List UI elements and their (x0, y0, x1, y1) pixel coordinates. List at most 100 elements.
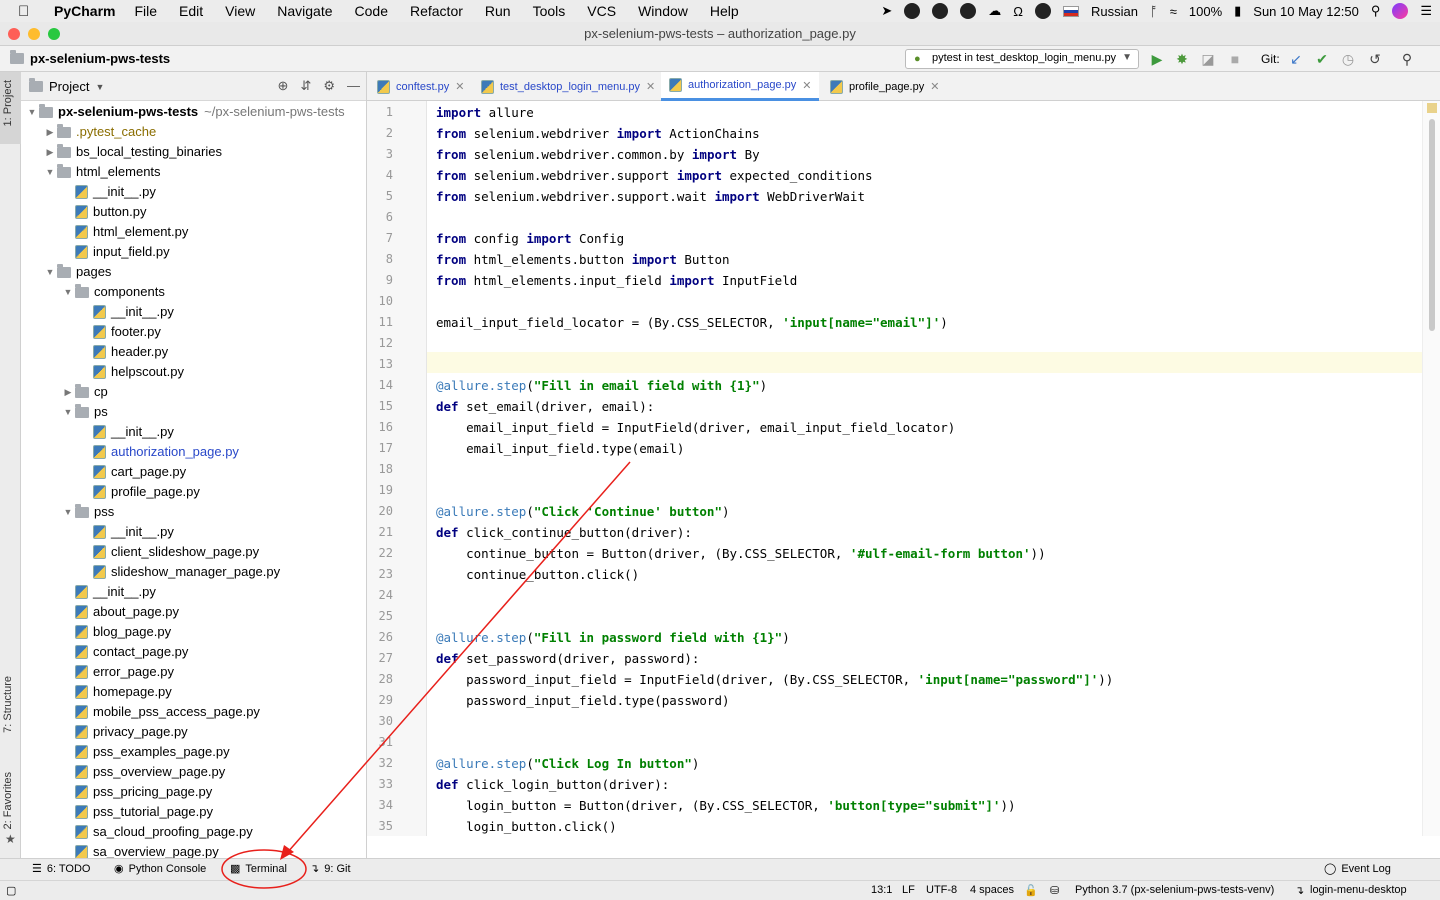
tree-item[interactable]: __init__.py (79, 302, 174, 322)
tool-windows-toggle-icon[interactable]: ▢ (6, 884, 16, 897)
code-line[interactable]: from selenium.webdriver.common.by import… (436, 144, 760, 165)
creative-cloud-icon[interactable] (960, 3, 977, 19)
collapsed-arrow-icon[interactable]: ▶ (43, 122, 57, 142)
indent-setting[interactable]: 4 spaces (970, 884, 1014, 896)
tree-item[interactable]: footer.py (79, 322, 161, 342)
tree-item[interactable]: about_page.py (61, 602, 179, 622)
tree-item[interactable]: ▼ html_elements (43, 162, 161, 182)
tab-test-desktop-login-menu[interactable]: test_desktop_login_menu.py ✕ (473, 72, 663, 101)
stop-icon[interactable]: ■ (1226, 50, 1244, 68)
code-line[interactable]: continue_button.click() (436, 564, 639, 585)
tree-item[interactable]: html_element.py (61, 222, 188, 242)
tree-item[interactable]: profile_page.py (79, 482, 200, 502)
menu-code[interactable]: Code (355, 3, 388, 19)
code-line[interactable]: @allure.step("Click Log In button") (436, 753, 699, 774)
app-menu[interactable]: PyCharm (54, 3, 115, 19)
check-tray-icon[interactable] (932, 3, 949, 19)
tree-item[interactable]: ▶ cp (61, 382, 108, 402)
collapsed-arrow-icon[interactable]: ▶ (61, 382, 75, 402)
code-line[interactable]: from html_elements.button import Button (436, 249, 730, 270)
tool-tab-structure[interactable]: 7: Structure (2, 676, 14, 733)
code-line[interactable]: @allure.step("Fill in password field wit… (436, 627, 790, 648)
coverage-icon[interactable]: ◪ (1199, 50, 1217, 68)
rollback-icon[interactable]: ↺ (1366, 50, 1384, 68)
tree-item[interactable]: ▼ pss (61, 502, 114, 522)
code-line[interactable]: email_input_field_locator = (By.CSS_SELE… (436, 312, 948, 333)
wifi-icon[interactable]: ≈ (1170, 4, 1177, 19)
editor-scrollbar[interactable] (1422, 101, 1440, 836)
expanded-arrow-icon[interactable]: ▼ (43, 262, 57, 282)
code-line[interactable]: email_input_field.type(email) (436, 438, 684, 459)
tree-item[interactable]: ▼ px-selenium-pws-tests ~/px-selenium-pws-… (25, 102, 345, 122)
tool-tab-project[interactable]: 1: Project (2, 80, 14, 126)
code-line[interactable]: import allure (436, 102, 534, 123)
code-line[interactable]: def set_email(driver, email): (436, 396, 654, 417)
menu-edit[interactable]: Edit (179, 3, 203, 19)
menu-window[interactable]: Window (638, 3, 688, 19)
close-icon[interactable]: ✕ (930, 80, 939, 93)
bluetooth-icon[interactable]: ᚩ (1150, 4, 1158, 19)
breadcrumb-project[interactable]: px-selenium-pws-tests (30, 51, 170, 66)
menu-vcs[interactable]: VCS (587, 3, 616, 19)
tree-item[interactable]: helpscout.py (79, 362, 184, 382)
clock[interactable]: Sun 10 May 12:50 (1253, 4, 1359, 19)
tree-item[interactable]: ▼ ps (61, 402, 108, 422)
siri-icon[interactable] (1392, 3, 1409, 19)
code-line[interactable]: @allure.step("Click 'Continue' button") (436, 501, 730, 522)
code-line[interactable]: def click_login_button(driver): (436, 774, 669, 795)
tree-item[interactable]: ▼ pages (43, 262, 111, 282)
tree-item[interactable]: blog_page.py (61, 622, 171, 642)
tree-item[interactable]: pss_examples_page.py (61, 742, 230, 762)
git-history-icon[interactable]: ◷ (1339, 50, 1357, 68)
tree-item[interactable]: ▶ bs_local_testing_binaries (43, 142, 222, 162)
todo-tool-button[interactable]: ☰ 6: TODO (32, 862, 90, 876)
menu-tools[interactable]: Tools (533, 3, 566, 19)
tree-item[interactable]: input_field.py (61, 242, 170, 262)
menu-refactor[interactable]: Refactor (410, 3, 463, 19)
search-everywhere-icon[interactable]: ⚲ (1398, 50, 1416, 68)
code-line[interactable]: from html_elements.input_field import In… (436, 270, 797, 291)
locate-file-icon[interactable]: ⊕ (278, 78, 289, 94)
tree-item[interactable]: cart_page.py (79, 462, 186, 482)
code-line[interactable]: login_button.click() (436, 816, 617, 837)
code-line[interactable]: from selenium.webdriver.support.wait imp… (436, 186, 865, 207)
debug-icon[interactable]: ✸ (1173, 50, 1191, 68)
python-interpreter[interactable]: Python 3.7 (px-selenium-pws-tests-venv) (1075, 884, 1274, 896)
event-log-tool-button[interactable]: ◯ Event Log (1324, 862, 1391, 876)
lock-icon[interactable]: 🔓 (1024, 884, 1038, 897)
close-icon[interactable]: ✕ (455, 80, 464, 93)
tree-item[interactable]: button.py (61, 202, 147, 222)
close-icon[interactable]: ✕ (646, 80, 655, 93)
analysis-status-icon[interactable] (1427, 103, 1437, 113)
git-tool-button[interactable]: ↴ 9: Git (310, 862, 351, 876)
battery-percent[interactable]: 100% (1189, 4, 1222, 19)
expanded-arrow-icon[interactable]: ▼ (61, 502, 75, 522)
tab-authorization-page[interactable]: authorization_page.py ✕ (661, 72, 820, 101)
menu-view[interactable]: View (225, 3, 255, 19)
tree-item[interactable]: pss_overview_page.py (61, 762, 225, 782)
collapsed-arrow-icon[interactable]: ▶ (43, 142, 57, 162)
code-line[interactable]: password_input_field.type(password) (436, 690, 729, 711)
code-line[interactable]: def click_continue_button(driver): (436, 522, 692, 543)
git-update-icon[interactable]: ↙ (1287, 50, 1305, 68)
menu-navigate[interactable]: Navigate (277, 3, 332, 19)
code-line[interactable]: from config import Config (436, 228, 624, 249)
tree-item[interactable]: client_slideshow_page.py (79, 542, 259, 562)
git-commit-icon[interactable]: ✔ (1313, 50, 1331, 68)
scrollbar-thumb[interactable] (1429, 119, 1435, 331)
code-line[interactable]: password_input_field = InputField(driver… (436, 669, 1113, 690)
code-line[interactable]: @allure.step("Fill in email field with {… (436, 375, 767, 396)
collapse-all-icon[interactable]: ⇵ (300, 78, 311, 94)
git-branch[interactable]: login-menu-desktop (1310, 884, 1407, 896)
expanded-arrow-icon[interactable]: ▼ (61, 282, 75, 302)
tab-conftest[interactable]: conftest.py ✕ (369, 72, 472, 101)
code-editor[interactable]: import allure from selenium.webdriver imp… (428, 101, 1422, 836)
expanded-arrow-icon[interactable]: ▼ (61, 402, 75, 422)
tree-item[interactable]: __init__.py (61, 582, 156, 602)
close-icon[interactable]: ✕ (802, 79, 811, 92)
line-separator[interactable]: LF (902, 884, 915, 896)
tree-item[interactable]: __init__.py (79, 422, 174, 442)
notification-center-icon[interactable]: ☰ (1420, 3, 1432, 19)
tree-item[interactable]: authorization_page.py (79, 442, 239, 462)
file-encoding[interactable]: UTF-8 (926, 884, 957, 896)
